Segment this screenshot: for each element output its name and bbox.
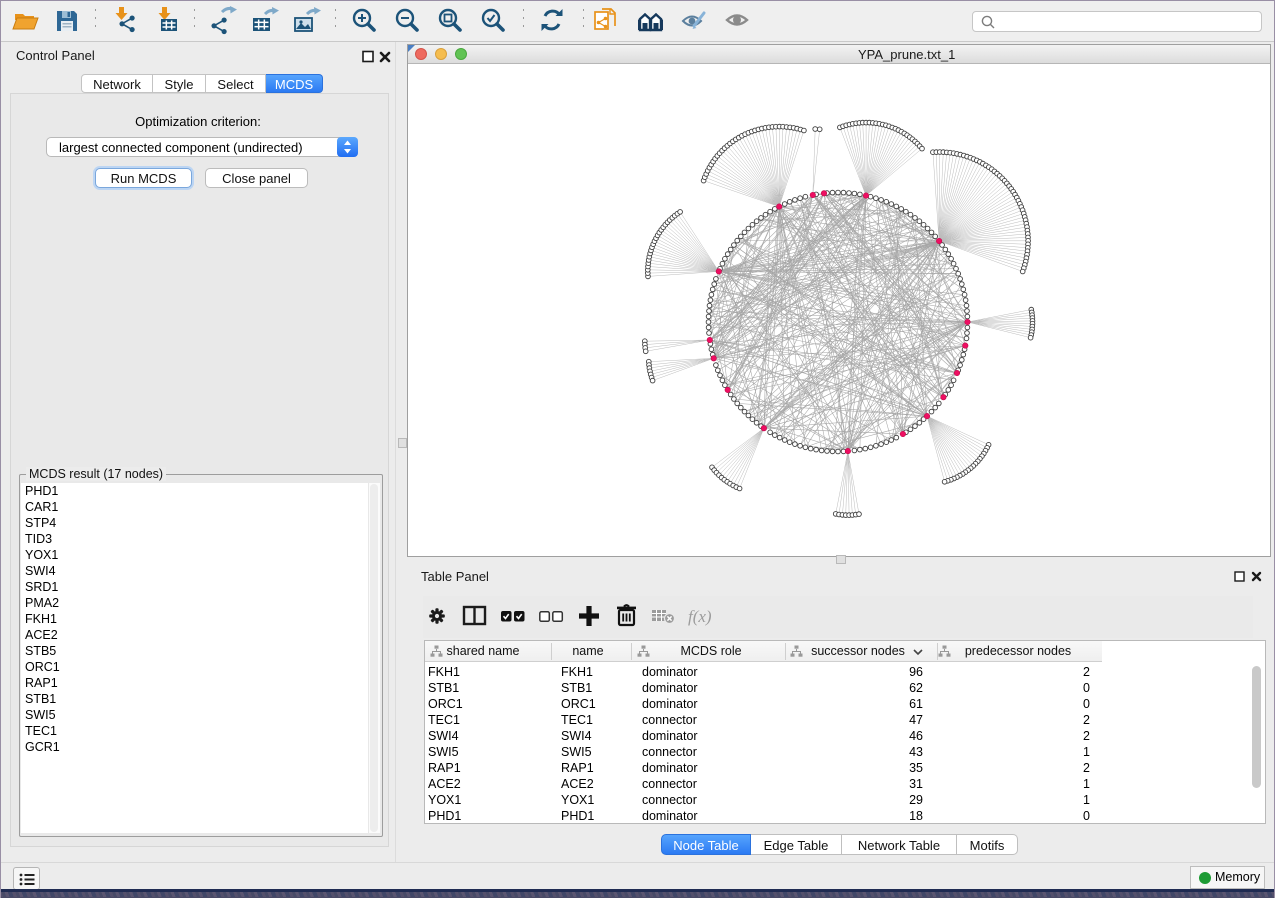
svg-text:f(x): f(x) [688,607,712,626]
